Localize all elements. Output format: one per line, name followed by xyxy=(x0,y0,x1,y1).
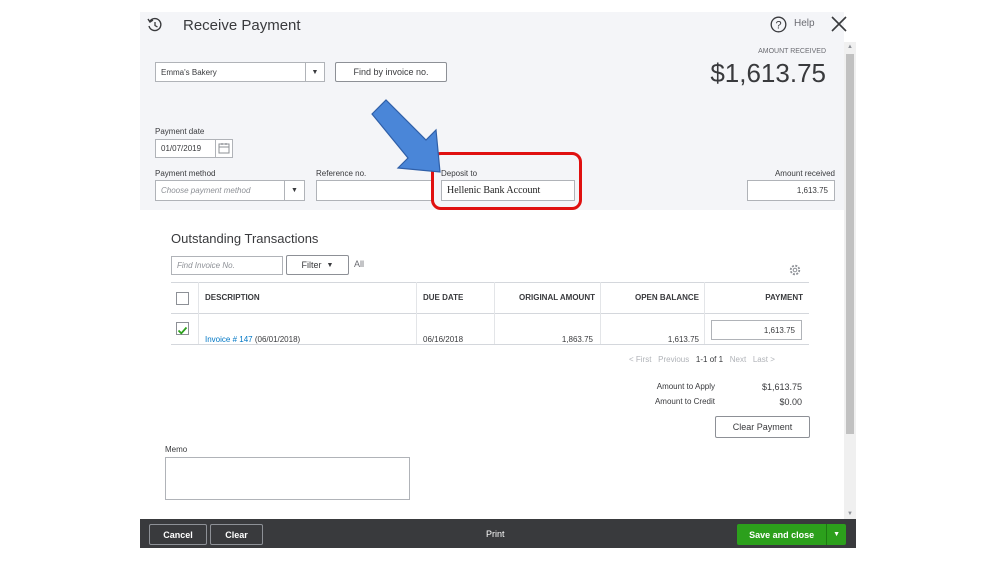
column-header-payment: PAYMENT xyxy=(765,293,803,302)
filter-button[interactable]: Filter ▼ xyxy=(286,255,349,275)
row-due-date: 06/16/2018 xyxy=(423,335,464,344)
save-and-close-button[interactable]: Save and close ▼ xyxy=(737,524,846,545)
scrollbar-thumb[interactable] xyxy=(846,54,854,434)
pagination-range: 1-1 of 1 xyxy=(695,355,724,364)
cancel-button[interactable]: Cancel xyxy=(149,524,207,545)
help-icon[interactable]: ? xyxy=(770,16,787,33)
arrow-annotation-icon xyxy=(368,96,450,178)
all-label: All xyxy=(354,259,365,269)
clear-button[interactable]: Clear xyxy=(210,524,263,545)
deposit-highlight-box xyxy=(431,152,582,210)
invoice-link[interactable]: Invoice # 147 xyxy=(205,335,253,344)
row-open-balance: 1,613.75 xyxy=(667,335,699,344)
customer-select[interactable]: Emma's Bakery ▼ xyxy=(155,62,325,82)
scroll-down-arrow-icon[interactable]: ▼ xyxy=(844,509,856,519)
customer-value: Emma's Bakery xyxy=(161,67,217,77)
payment-date-input[interactable]: 01/07/2019 xyxy=(155,139,217,158)
reference-label: Reference no. xyxy=(316,169,367,178)
pagination-first[interactable]: < First xyxy=(629,355,651,364)
chevron-down-icon[interactable]: ▼ xyxy=(305,63,324,81)
print-link[interactable]: Print xyxy=(486,529,505,539)
row-description: Invoice # 147 (06/01/2018) xyxy=(205,335,300,344)
pagination-last[interactable]: Last > xyxy=(753,355,775,364)
column-header-due-date: DUE DATE xyxy=(423,293,464,302)
row-original-amount: 1,863.75 xyxy=(561,335,593,344)
find-invoice-input[interactable]: Find Invoice No. xyxy=(171,256,283,275)
amount-received-caption: AMOUNT RECEIVED xyxy=(758,48,826,55)
amount-to-apply-value: $1,613.75 xyxy=(761,382,802,392)
amount-to-credit-value: $0.00 xyxy=(779,397,802,407)
chevron-down-icon[interactable]: ▼ xyxy=(826,524,846,545)
reference-input[interactable] xyxy=(316,180,434,201)
memo-label: Memo xyxy=(165,445,188,454)
pagination: < First Previous 1-1 of 1 Next Last > xyxy=(629,355,775,364)
column-header-original-amount: ORIGINAL AMOUNT xyxy=(519,293,595,302)
transactions-table: DESCRIPTION DUE DATE ORIGINAL AMOUNT OPE… xyxy=(171,282,809,346)
row-payment-input[interactable]: 1,613.75 xyxy=(711,320,802,340)
scroll-up-arrow-icon[interactable]: ▲ xyxy=(844,42,856,52)
scrollbar[interactable]: ▲ ▼ xyxy=(844,42,856,519)
row-checkbox-checked[interactable] xyxy=(176,322,189,335)
pagination-previous[interactable]: Previous xyxy=(658,355,689,364)
svg-text:?: ? xyxy=(775,20,781,32)
invoice-date: (06/01/2018) xyxy=(254,335,301,344)
payment-method-label: Payment method xyxy=(155,169,216,178)
outstanding-title: Outstanding Transactions xyxy=(171,231,319,246)
amount-received-label: Amount received xyxy=(774,169,835,178)
history-icon[interactable] xyxy=(146,16,164,34)
column-header-description: DESCRIPTION xyxy=(205,293,260,302)
receive-payment-window: Receive Payment ? Help AMOUNT RECEIVED $… xyxy=(140,12,856,548)
amount-received-input[interactable]: 1,613.75 xyxy=(747,180,835,201)
memo-textarea[interactable] xyxy=(165,457,410,500)
save-and-close-label[interactable]: Save and close xyxy=(737,524,826,545)
gear-icon[interactable] xyxy=(788,263,802,277)
caret-down-icon: ▼ xyxy=(326,261,334,269)
payment-date-label: Payment date xyxy=(155,127,205,136)
payment-method-placeholder: Choose payment method xyxy=(161,186,251,195)
close-icon[interactable] xyxy=(830,15,848,33)
chevron-down-icon[interactable]: ▼ xyxy=(284,181,304,200)
amount-to-credit-label: Amount to Credit xyxy=(654,397,715,406)
column-header-open-balance: OPEN BALANCE xyxy=(634,293,699,302)
checkmark-icon xyxy=(177,326,188,335)
amount-to-apply-label: Amount to Apply xyxy=(656,382,715,391)
find-by-invoice-button[interactable]: Find by invoice no. xyxy=(335,62,447,82)
header-checkbox[interactable] xyxy=(176,292,189,305)
pagination-next[interactable]: Next xyxy=(730,355,746,364)
amount-received-total: $1,613.75 xyxy=(710,58,826,88)
calendar-icon[interactable] xyxy=(215,139,233,158)
help-link[interactable]: Help xyxy=(794,18,815,29)
page-title: Receive Payment xyxy=(183,17,301,34)
clear-payment-button[interactable]: Clear Payment xyxy=(715,416,810,438)
payment-method-select[interactable]: Choose payment method ▼ xyxy=(155,180,305,201)
